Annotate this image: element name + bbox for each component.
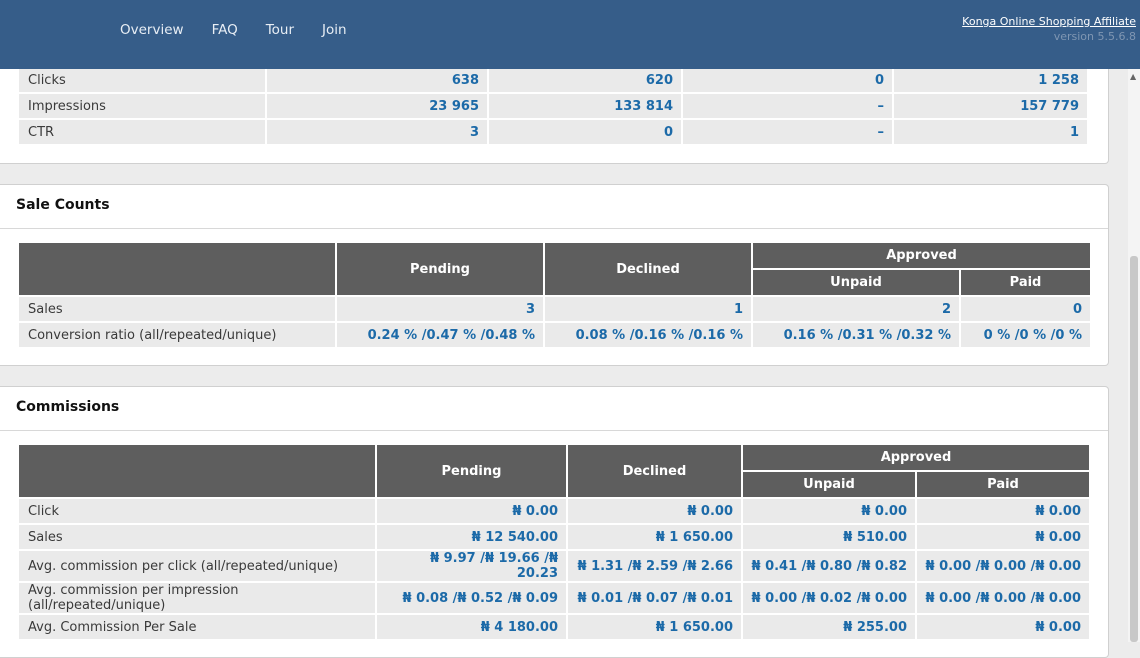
value-cell: 0 [961,297,1090,321]
header-row: Pending Declined Approved [19,445,1089,497]
value-cell: ₦ 1 650.00 [568,615,741,639]
empty-header [19,445,375,497]
panel-title: Commissions [16,399,120,415]
declined-header: Declined [568,445,741,497]
brand-link[interactable]: Konga Online Shopping Affiliate [962,15,1136,28]
table-row: Clicks 638 620 0 1 258 [19,68,1087,92]
commissions-table: Pending Declined Approved Unpaid Paid Cl… [17,443,1091,641]
table-row: Sales ₦ 12 540.00 ₦ 1 650.00 ₦ 510.00 ₦ … [19,525,1089,549]
value-cell: ₦ 0.00 [917,499,1089,523]
value-cell: 3 [267,120,487,144]
panel-title: Sale Counts [16,197,110,213]
table-row: Avg. commission per impression (all/repe… [19,583,1089,613]
commissions-panel: Commissions Pending Declined Approved Un… [0,386,1109,658]
declined-header: Declined [545,243,751,295]
value-cell: 1 [545,297,751,321]
value-cell: 1 258 [894,68,1087,92]
value-cell: 0 [489,120,681,144]
value-cell: ₦ 12 540.00 [377,525,566,549]
brand: Konga Online Shopping Affiliate version … [962,15,1136,43]
table-row: Avg. Commission Per Sale ₦ 4 180.00 ₦ 1 … [19,615,1089,639]
value-cell: ₦ 0.00 /₦ 0.00 /₦ 0.00 [917,583,1089,613]
panel-header: Commissions [0,387,1108,431]
value-cell: ₦ 0.01 /₦ 0.07 /₦ 0.01 [568,583,741,613]
value-cell: 0.24 % /0.47 % /0.48 % [337,323,543,347]
nav-tour-link[interactable]: Tour [266,22,294,38]
table-row: Avg. commission per click (all/repeated/… [19,551,1089,581]
traffic-table: Clicks 638 620 0 1 258 Impressions 23 96… [17,66,1089,146]
paid-header: Paid [961,270,1090,295]
row-label: Sales [19,297,335,321]
value-cell: ₦ 0.00 /₦ 0.02 /₦ 0.00 [743,583,915,613]
panel-header: Sale Counts [0,185,1108,229]
nav-faq-link[interactable]: FAQ [212,22,238,38]
value-cell: 2 [753,297,959,321]
value-cell: ₦ 1.31 /₦ 2.59 /₦ 2.66 [568,551,741,581]
sale-counts-panel: Sale Counts Pending Declined Approved Un… [0,184,1109,366]
value-cell: ₦ 0.00 [743,499,915,523]
value-cell: ₦ 0.00 [917,525,1089,549]
row-label: Avg. commission per click (all/repeated/… [19,551,375,581]
pending-header: Pending [377,445,566,497]
vertical-scrollbar[interactable]: ▲ [1128,69,1140,642]
value-cell: ₦ 9.97 /₦ 19.66 /₦ 20.23 [377,551,566,581]
value-cell: 23 965 [267,94,487,118]
table-row: Sales 3 1 2 0 [19,297,1090,321]
value-cell: ₦ 0.00 [377,499,566,523]
table-row: CTR 3 0 – 1 [19,120,1087,144]
row-label: CTR [19,120,265,144]
row-label: Sales [19,525,375,549]
approved-header: Approved [753,243,1090,268]
value-cell: 157 779 [894,94,1087,118]
unpaid-header: Unpaid [743,472,915,497]
value-cell: ₦ 0.00 [568,499,741,523]
main-nav: Overview FAQ Tour Join [120,22,375,38]
value-cell: ₦ 255.00 [743,615,915,639]
unpaid-header: Unpaid [753,270,959,295]
nav-join-link[interactable]: Join [322,22,347,38]
value-cell: – [683,120,892,144]
value-cell: 638 [267,68,487,92]
paid-header: Paid [917,472,1089,497]
value-cell: 0 % /0 % /0 % [961,323,1090,347]
row-label: Avg. commission per impression (all/repe… [19,583,375,613]
value-cell: ₦ 510.00 [743,525,915,549]
table-row: Conversion ratio (all/repeated/unique) 0… [19,323,1090,347]
row-label: Clicks [19,68,265,92]
value-cell: 1 [894,120,1087,144]
header-row: Pending Declined Approved [19,243,1090,295]
value-cell: – [683,94,892,118]
value-cell: 0.16 % /0.31 % /0.32 % [753,323,959,347]
value-cell: 133 814 [489,94,681,118]
value-cell: ₦ 0.00 [917,615,1089,639]
approved-header: Approved [743,445,1089,470]
value-cell: ₦ 1 650.00 [568,525,741,549]
sale-counts-table: Pending Declined Approved Unpaid Paid Sa… [17,241,1092,349]
value-cell: ₦ 4 180.00 [377,615,566,639]
value-cell: 0.08 % /0.16 % /0.16 % [545,323,751,347]
value-cell: 0 [683,68,892,92]
scroll-thumb[interactable] [1130,256,1138,642]
row-label: Avg. Commission Per Sale [19,615,375,639]
value-cell: ₦ 0.00 /₦ 0.00 /₦ 0.00 [917,551,1089,581]
nav-overview-link[interactable]: Overview [120,22,184,38]
empty-header [19,243,335,295]
table-row: Impressions 23 965 133 814 – 157 779 [19,94,1087,118]
row-label: Click [19,499,375,523]
value-cell: 620 [489,68,681,92]
pending-header: Pending [337,243,543,295]
top-bar: Overview FAQ Tour Join Konga Online Shop… [0,0,1140,69]
row-label: Conversion ratio (all/repeated/unique) [19,323,335,347]
value-cell: ₦ 0.41 /₦ 0.80 /₦ 0.82 [743,551,915,581]
scroll-up-arrow-icon[interactable]: ▲ [1130,72,1136,81]
value-cell: ₦ 0.08 /₦ 0.52 /₦ 0.09 [377,583,566,613]
version-label: version 5.5.6.8 [1053,30,1136,43]
value-cell: 3 [337,297,543,321]
table-row: Click ₦ 0.00 ₦ 0.00 ₦ 0.00 ₦ 0.00 [19,499,1089,523]
row-label: Impressions [19,94,265,118]
